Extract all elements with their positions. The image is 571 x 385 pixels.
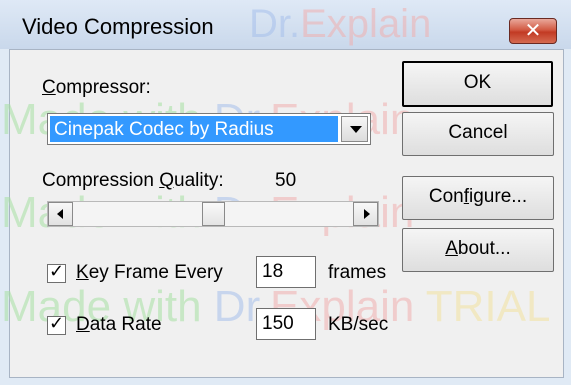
datarate-label: Data Rate <box>76 314 162 335</box>
ok-button[interactable]: OK <box>402 61 553 107</box>
arrow-left-icon <box>57 209 63 219</box>
datarate-checkbox[interactable]: ✓ <box>47 313 66 335</box>
slider-right-button[interactable] <box>353 202 378 226</box>
keyframe-unit: frames <box>328 262 387 283</box>
watermark-title: Dr.Explain <box>249 2 432 46</box>
slider-left-button[interactable] <box>48 202 73 226</box>
checkmark-icon: ✓ <box>48 313 65 334</box>
dropdown-arrow-button[interactable] <box>341 116 368 142</box>
cancel-button[interactable]: Cancel <box>402 112 554 156</box>
title-bar[interactable]: Video Compression Dr.Explain ✕ <box>0 0 571 49</box>
about-button[interactable]: About... <box>402 228 554 272</box>
dialog-body: Made with Dr.Explain Made with Dr.Explai… <box>1 49 564 378</box>
close-button[interactable]: ✕ <box>509 18 557 44</box>
dialog-window: Video Compression Dr.Explain ✕ Made with… <box>0 0 571 385</box>
keyframe-checkbox[interactable]: ✓ <box>47 261 66 283</box>
checkmark-icon: ✓ <box>48 261 65 282</box>
slider-thumb[interactable] <box>202 202 225 226</box>
close-icon: ✕ <box>524 18 542 42</box>
keyframe-label: Key Frame Every <box>76 262 223 283</box>
configure-button[interactable]: Configure... <box>402 176 554 220</box>
compressor-label: Compressor: <box>42 77 151 98</box>
compressor-selection: Cinepak Codec by Radius <box>50 116 338 142</box>
datarate-unit: KB/sec <box>328 314 389 335</box>
compressor-selected-value: Cinepak Codec by Radius <box>54 119 274 140</box>
datarate-input[interactable]: 150 <box>256 308 316 340</box>
keyframe-input[interactable]: 18 <box>256 256 316 288</box>
chevron-down-icon <box>350 126 362 133</box>
quality-label: Compression Quality: <box>42 170 224 191</box>
arrow-right-icon <box>364 209 370 219</box>
window-title: Video Compression <box>22 14 214 39</box>
quality-value: 50 <box>275 170 297 191</box>
quality-slider[interactable] <box>47 201 379 227</box>
compressor-select[interactable]: Cinepak Codec by Radius <box>47 113 371 145</box>
